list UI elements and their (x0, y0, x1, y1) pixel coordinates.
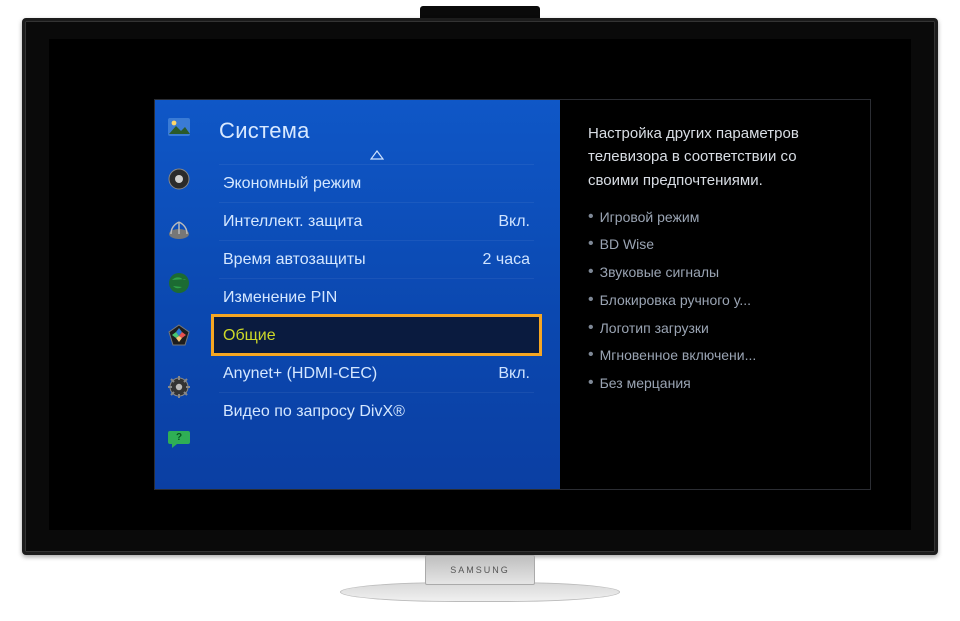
help-list-item: BD Wise (588, 231, 844, 259)
menu-item-intellect-protect[interactable]: Интеллект. защита Вкл. (219, 202, 534, 240)
tv-frame: ? Система Экономный режим Интеллект. защ… (22, 18, 938, 555)
help-list-item: Логотип загрузки (588, 315, 844, 343)
settings-icon[interactable] (165, 373, 193, 401)
menu-card: Система Экономный режим Интеллект. защит… (154, 99, 871, 490)
menu-item-label: Изменение PIN (223, 289, 337, 307)
menu-item-general[interactable]: Общие (213, 316, 540, 354)
menu-item-value: 2 часа (483, 251, 530, 269)
menu-item-divx[interactable]: Видео по запросу DivX® (219, 392, 534, 430)
globe-icon[interactable] (165, 269, 193, 297)
menu-item-label: Время автозащиты (223, 251, 366, 269)
menu-item-label: Видео по запросу DivX® (223, 403, 405, 421)
help-description: Настройка других параметров телевизора в… (588, 122, 844, 192)
help-list-text: BD Wise (600, 234, 654, 256)
tv-screen: ? Система Экономный режим Интеллект. защ… (49, 39, 911, 530)
sidebar-icon-rail: ? (159, 113, 199, 453)
help-list: Игровой режим BD Wise Звуковые сигналы Б… (588, 204, 844, 398)
smarthub-icon[interactable] (165, 321, 193, 349)
support-icon[interactable]: ? (165, 425, 193, 453)
help-list-text: Логотип загрузки (600, 318, 709, 340)
menu-item-value: Вкл. (498, 365, 530, 383)
help-list-text: Звуковые сигналы (600, 262, 720, 284)
help-panel: Настройка других параметров телевизора в… (560, 100, 870, 489)
settings-panel-title: Система (219, 118, 534, 144)
tv-brand-label: SAMSUNG (450, 565, 510, 575)
settings-panel: Система Экономный режим Интеллект. защит… (155, 100, 560, 489)
menu-item-eco[interactable]: Экономный режим (219, 164, 534, 202)
help-list-item: Звуковые сигналы (588, 259, 844, 287)
help-list-item: Без мерцания (588, 370, 844, 398)
help-list-text: Блокировка ручного у... (600, 290, 751, 312)
tv-stand-base (340, 582, 620, 602)
svg-text:?: ? (176, 432, 182, 443)
menu-item-change-pin[interactable]: Изменение PIN (219, 278, 534, 316)
menu-item-label: Интеллект. защита (223, 213, 362, 231)
network-icon[interactable] (165, 217, 193, 245)
menu-item-label: Общие (223, 327, 276, 345)
picture-icon[interactable] (165, 113, 193, 141)
menu-item-label: Anynet+ (HDMI-CEC) (223, 365, 377, 383)
help-list-item: Блокировка ручного у... (588, 287, 844, 315)
menu-item-value: Вкл. (498, 213, 530, 231)
scroll-up-icon[interactable] (219, 150, 534, 164)
menu-item-label: Экономный режим (223, 175, 361, 193)
menu-item-autoprotect-time[interactable]: Время автозащиты 2 часа (219, 240, 534, 278)
help-list-text: Без мерцания (600, 373, 691, 395)
help-list-item: Мгновенное включени... (588, 342, 844, 370)
tv-stand-neck: SAMSUNG (425, 555, 535, 585)
help-list-item: Игровой режим (588, 204, 844, 232)
menu-item-anynet[interactable]: Anynet+ (HDMI-CEC) Вкл. (219, 354, 534, 392)
help-list-text: Мгновенное включени... (600, 345, 757, 367)
sound-icon[interactable] (165, 165, 193, 193)
help-list-text: Игровой режим (600, 207, 700, 229)
